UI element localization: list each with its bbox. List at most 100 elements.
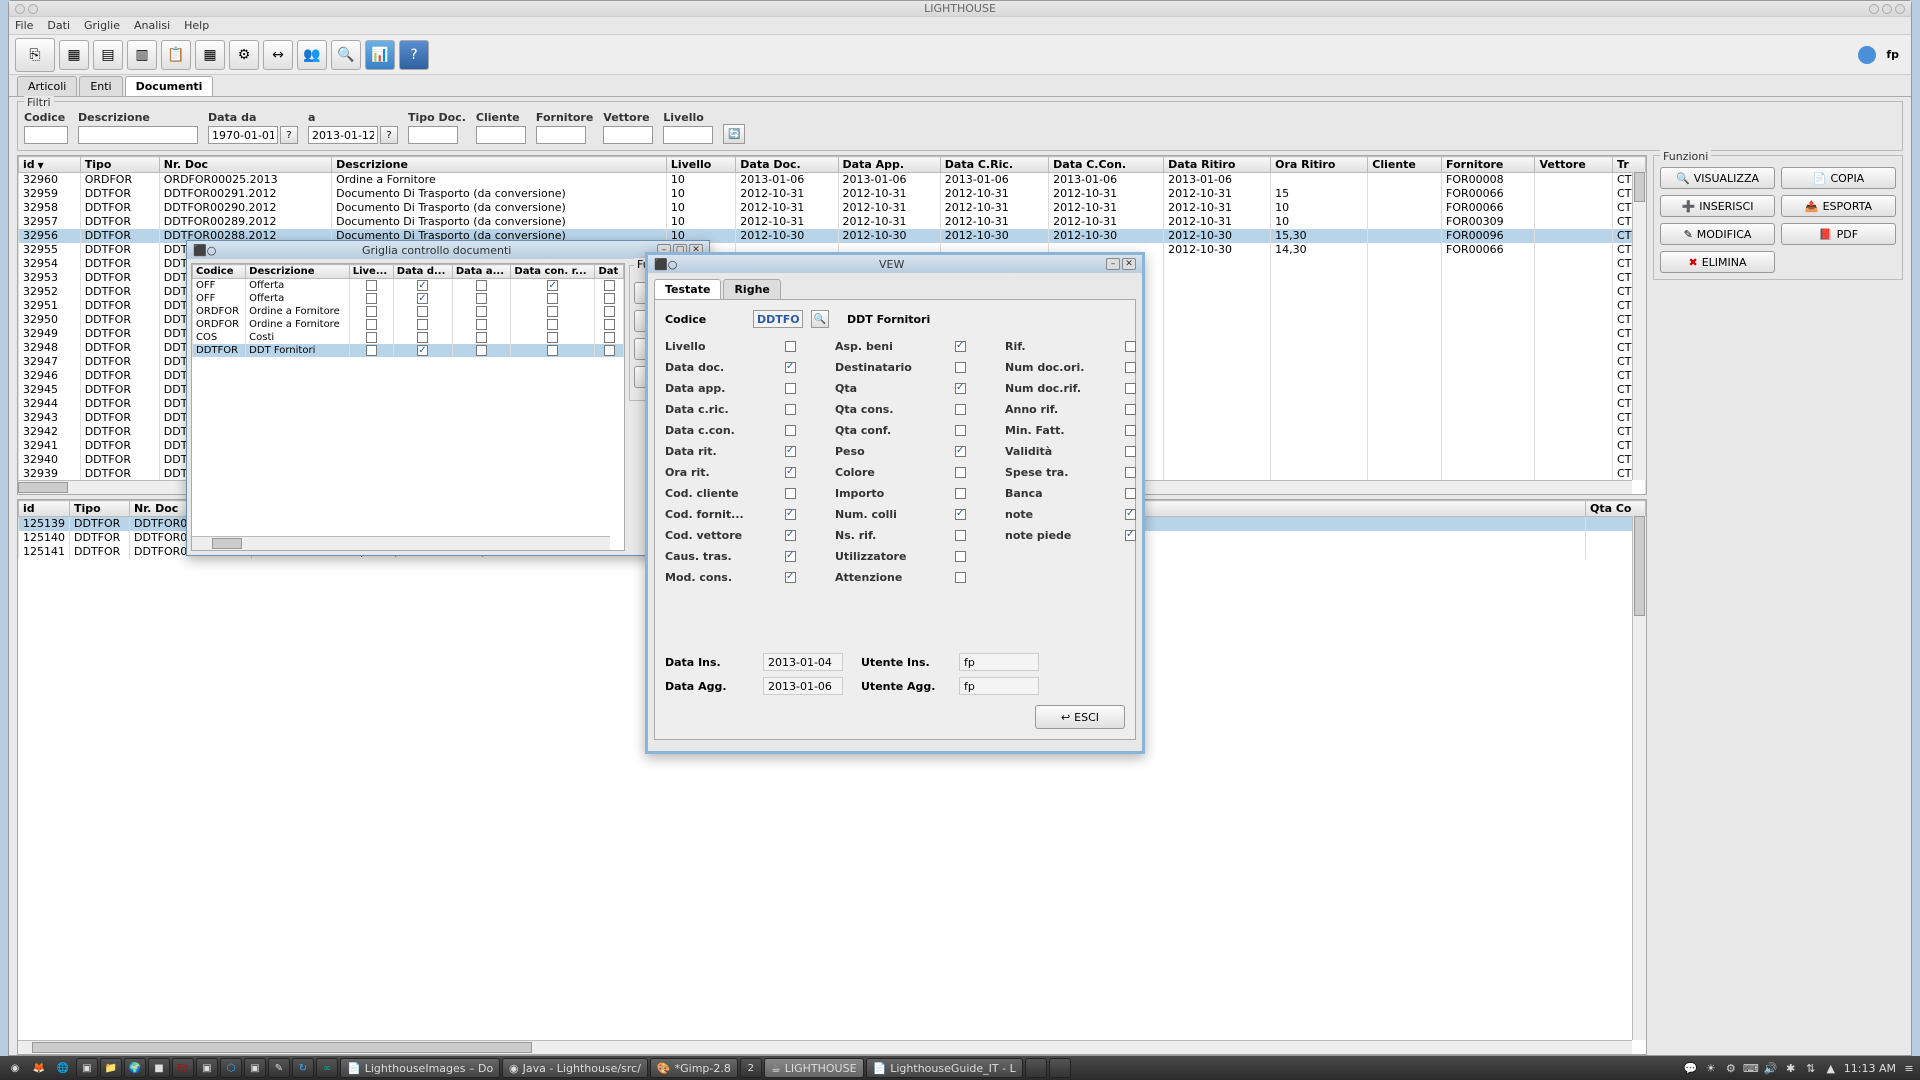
griglia-header[interactable]: Live... [349, 265, 393, 279]
griglia-titlebar[interactable]: ⬛○ Griglia controllo documenti –▢✕ [187, 241, 709, 259]
tray-clock[interactable]: 11:13 AM [1844, 1062, 1896, 1075]
checkbox[interactable] [547, 319, 558, 330]
filter-refresh-button[interactable]: 🔄 [723, 124, 745, 144]
vew-esci-button[interactable]: ↩ESCI [1035, 705, 1125, 729]
checkbox[interactable] [366, 280, 377, 291]
detail-header[interactable]: id [19, 501, 70, 517]
function-copia-button[interactable]: 📄COPIA [1781, 167, 1896, 189]
grid-header[interactable]: Descrizione [332, 157, 667, 173]
vew-min-button[interactable]: – [1106, 258, 1120, 270]
vew-field-checkbox[interactable] [785, 425, 796, 436]
vew-field-checkbox[interactable] [785, 551, 796, 562]
filter-vettore-input[interactable] [603, 126, 653, 144]
vew-field-checkbox[interactable] [955, 341, 966, 352]
tool-log-icon[interactable]: 📋 [161, 40, 191, 70]
grid-header[interactable]: Data App. [838, 157, 940, 173]
tab-enti[interactable]: Enti [79, 76, 122, 96]
checkbox[interactable] [417, 306, 428, 317]
filter-a-input[interactable] [308, 126, 378, 144]
checkbox[interactable] [604, 280, 615, 291]
cube-icon[interactable]: ▣ [196, 1058, 218, 1078]
terminal-icon[interactable]: ▣ [76, 1058, 98, 1078]
arduino-icon[interactable]: ∞ [316, 1058, 338, 1078]
date-picker-icon[interactable]: ? [280, 126, 298, 144]
filter-datada-input[interactable] [208, 126, 278, 144]
vew-field-checkbox[interactable] [785, 572, 796, 583]
start-button[interactable]: ◉ [4, 1058, 26, 1078]
grid-header[interactable]: Data Ritiro [1164, 157, 1271, 173]
checkbox[interactable] [604, 306, 615, 317]
vew-field-checkbox[interactable] [785, 404, 796, 415]
vew-field-checkbox[interactable] [955, 509, 966, 520]
checkbox[interactable] [476, 345, 487, 356]
tool-home-icon[interactable]: ⎘ [15, 38, 55, 72]
vew-field-checkbox[interactable] [1125, 530, 1136, 541]
vew-field-checkbox[interactable] [1125, 383, 1136, 394]
filter-fornitore-input[interactable] [536, 126, 586, 144]
filezilla-icon[interactable]: Fz [172, 1058, 194, 1078]
vew-tab-righe[interactable]: Righe [723, 279, 780, 299]
table-row[interactable]: OFFOfferta [193, 292, 624, 305]
checkbox[interactable] [476, 306, 487, 317]
checkbox[interactable] [476, 332, 487, 343]
vew-field-checkbox[interactable] [785, 509, 796, 520]
vew-field-checkbox[interactable] [1125, 446, 1136, 457]
detail-vscroll[interactable] [1632, 516, 1646, 1040]
dropbox-icon[interactable]: ⬡ [220, 1058, 242, 1078]
grid-header[interactable]: Nr. Doc [159, 157, 331, 173]
checkbox[interactable] [547, 306, 558, 317]
globe-icon[interactable]: 🌍 [124, 1058, 146, 1078]
griglia-table[interactable]: CodiceDescrizioneLive...Data d...Data a.… [191, 263, 625, 551]
function-pdf-button[interactable]: 📕PDF [1781, 223, 1896, 245]
menu-dati[interactable]: Dati [47, 19, 70, 32]
griglia-header[interactable]: Dat [595, 265, 624, 279]
vew-field-checkbox[interactable] [955, 425, 966, 436]
tool-chart-icon[interactable]: 📊 [365, 40, 395, 70]
function-modifica-button[interactable]: ✎MODIFICA [1660, 223, 1775, 245]
task-lighthouse-guide[interactable]: 📄LighthouseGuide_IT - L [866, 1058, 1023, 1078]
griglia-header[interactable]: Descrizione [246, 265, 350, 279]
tray-volume-icon[interactable]: 🔊 [1764, 1061, 1778, 1075]
app-icon[interactable]: ▣ [244, 1058, 266, 1078]
checkbox[interactable] [417, 293, 428, 304]
table-row[interactable]: 32957DDTFORDDTFOR00289.2012Documento Di … [19, 215, 1646, 229]
vew-field-checkbox[interactable] [785, 446, 796, 457]
tray-keyboard-icon[interactable]: ⌨ [1744, 1061, 1758, 1075]
table-row[interactable]: 32958DDTFORDDTFOR00290.2012Documento Di … [19, 201, 1646, 215]
grid-header[interactable]: Vettore [1535, 157, 1613, 173]
tool-help-icon[interactable]: ? [399, 40, 429, 70]
grid-header[interactable]: Ora Ritiro [1271, 157, 1368, 173]
grid-header[interactable]: Tipo [80, 157, 159, 173]
tool-tree-icon[interactable]: ⚙ [229, 40, 259, 70]
detail-header[interactable]: Qta Co [1586, 501, 1646, 517]
vew-field-checkbox[interactable] [955, 467, 966, 478]
tray-chat-icon[interactable]: 💬 [1684, 1061, 1698, 1075]
tray-settings-icon[interactable]: ⚙ [1724, 1061, 1738, 1075]
detail-hscroll[interactable] [18, 1040, 1632, 1054]
checkbox[interactable] [604, 293, 615, 304]
grid-header[interactable]: Data Doc. [736, 157, 838, 173]
checkbox[interactable] [476, 280, 487, 291]
vew-field-checkbox[interactable] [785, 488, 796, 499]
tool-calendar-icon[interactable]: ▥ [127, 40, 157, 70]
checkbox[interactable] [604, 345, 615, 356]
sync-icon[interactable]: ↻ [292, 1058, 314, 1078]
checkbox[interactable] [604, 319, 615, 330]
checkbox[interactable] [547, 293, 558, 304]
vew-field-checkbox[interactable] [1125, 509, 1136, 520]
checkbox[interactable] [366, 345, 377, 356]
vew-field-checkbox[interactable] [955, 530, 966, 541]
checkbox[interactable] [366, 306, 377, 317]
table-row[interactable]: ORDFOROrdine a Fornitore [193, 318, 624, 331]
vew-field-checkbox[interactable] [785, 383, 796, 394]
checkbox[interactable] [417, 280, 428, 291]
grid-header[interactable]: Fornitore [1442, 157, 1535, 173]
tab-documenti[interactable]: Documenti [125, 76, 214, 96]
tool-sync-icon[interactable]: ↔ [263, 40, 293, 70]
editor-icon[interactable]: ✎ [268, 1058, 290, 1078]
tool-users-icon[interactable]: 👥 [297, 40, 327, 70]
task-num[interactable]: 2 [740, 1058, 762, 1078]
griglia-header[interactable]: Codice [193, 265, 246, 279]
vew-field-checkbox[interactable] [1125, 341, 1136, 352]
checkbox[interactable] [417, 345, 428, 356]
